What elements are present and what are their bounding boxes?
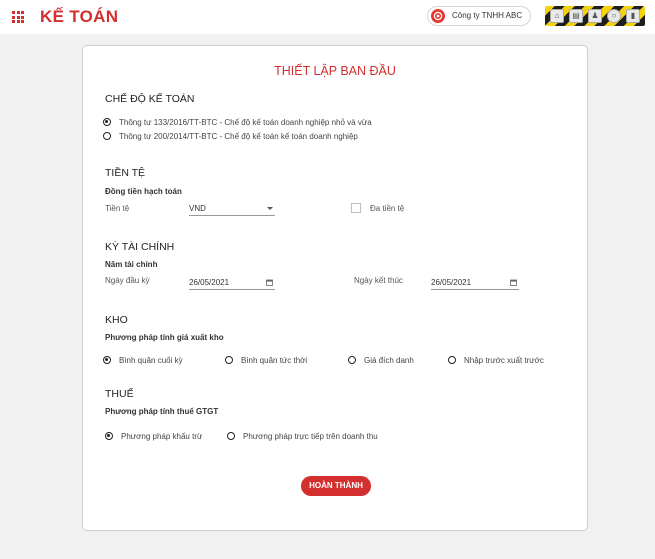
currency-select[interactable]: VND (189, 202, 275, 216)
apps-grid-icon[interactable] (12, 11, 24, 23)
company-name: Công ty TNHH ABC (452, 11, 523, 20)
calendar-icon (266, 279, 273, 286)
home-icon[interactable]: ⌂ (550, 9, 564, 23)
chevron-down-icon (267, 207, 273, 210)
page-title: THIẾT LẬP BAN ĐẦU (274, 64, 396, 78)
end-date-value: 26/05/2021 (431, 278, 472, 287)
top-bar: KẾ TOÁN Công ty TNHH ABC ⌂ ▤ ♟ ○ ▮ (0, 0, 655, 34)
app-title: KẾ TOÁN (40, 7, 119, 26)
currency-subheading: Đồng tiền hạch toán (105, 187, 182, 196)
warehouse-subheading: Phương pháp tính giá xuất kho (105, 333, 224, 342)
tax-method-label-direct: Phương pháp trực tiếp trên doanh thu (243, 432, 378, 441)
start-date-input[interactable]: 26/05/2021 (189, 276, 275, 290)
multi-currency-checkbox[interactable] (351, 203, 361, 213)
finish-button[interactable]: HOÀN THÀNH (301, 476, 371, 496)
end-date-label: Ngày kết thúc (354, 276, 403, 285)
regime-200-radio[interactable] (103, 132, 111, 140)
fiscal-year-subheading: Năm tài chính (105, 260, 158, 269)
toolbar-group: ⌂ ▤ ♟ ○ ▮ (545, 6, 645, 26)
currency-field-label: Tiền tệ (105, 204, 130, 213)
company-selector[interactable]: Công ty TNHH ABC (427, 6, 531, 26)
end-date-input[interactable]: 26/05/2021 (431, 276, 519, 290)
warehouse-method-radio-fifo[interactable] (448, 356, 456, 364)
start-date-value: 26/05/2021 (189, 278, 230, 287)
tax-subheading: Phương pháp tính thuế GTGT (105, 407, 219, 416)
accounting-regime-heading: CHẾ ĐỘ KẾ TOÁN (105, 93, 195, 105)
tax-method-radio-deduction[interactable] (105, 432, 113, 440)
warehouse-heading: KHO (105, 314, 128, 326)
warehouse-method-label-period-average: Bình quân cuối kỳ (119, 356, 183, 365)
company-logo-icon (431, 9, 445, 23)
tax-method-label-deduction: Phương pháp khấu trừ (121, 432, 203, 441)
warehouse-method-label-moving-average: Bình quân tức thời (241, 356, 308, 365)
multi-currency-label: Đa tiền tệ (370, 204, 405, 213)
fiscal-period-heading: KỲ TÀI CHÍNH (105, 241, 175, 253)
setup-card: THIẾT LẬP BAN ĐẦU CHẾ ĐỘ KẾ TOÁN Thông t… (82, 45, 588, 531)
currency-value: VND (189, 204, 206, 213)
users-icon[interactable]: ♟ (588, 9, 602, 23)
help-icon[interactable]: ○ (607, 9, 621, 23)
start-date-label: Ngày đầu kỳ (105, 276, 150, 285)
regime-133-radio[interactable] (103, 118, 111, 126)
warehouse-method-label-fifo: Nhập trước xuất trước (464, 356, 544, 365)
currency-heading: TIỀN TỆ (105, 167, 146, 179)
warehouse-method-radio-moving-average[interactable] (225, 356, 233, 364)
warehouse-method-radio-period-average[interactable] (103, 356, 111, 364)
regime-133-label: Thông tư 133/2016/TT-BTC - Chế độ kế toá… (119, 118, 372, 127)
warehouse-method-radio-specific[interactable] (348, 356, 356, 364)
calendar-icon (510, 279, 517, 286)
warehouse-method-label-specific: Giá đích danh (364, 356, 414, 365)
tax-heading: THUẾ (105, 388, 134, 400)
chat-icon[interactable]: ▤ (569, 9, 583, 23)
info-icon[interactable]: ▮ (626, 9, 640, 23)
regime-200-label: Thông tư 200/2014/TT-BTC - Chế độ kế toá… (119, 132, 358, 141)
tax-method-radio-direct[interactable] (227, 432, 235, 440)
